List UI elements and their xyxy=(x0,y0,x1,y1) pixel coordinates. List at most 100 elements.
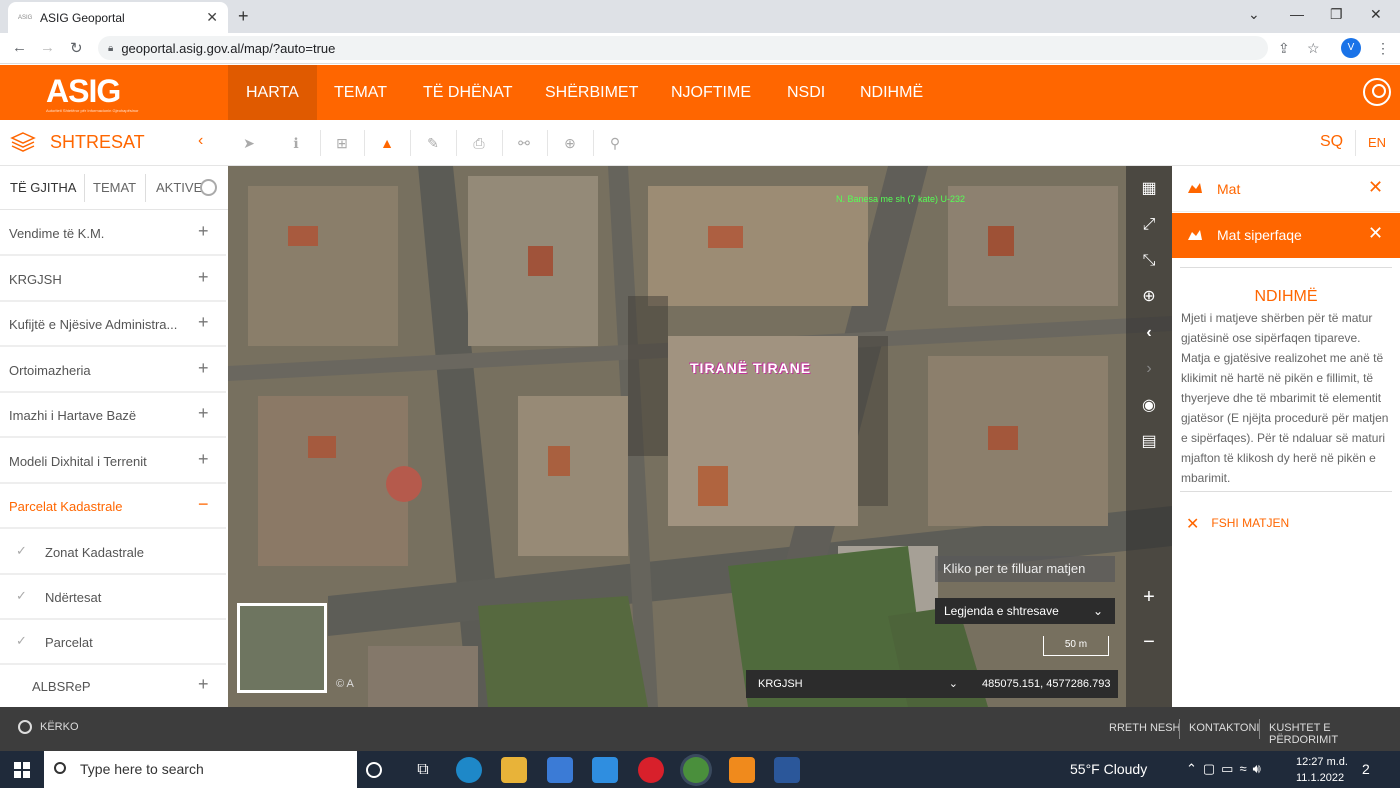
add-layer-icon[interactable]: ⊞ xyxy=(331,132,353,154)
forward-icon[interactable]: → xyxy=(40,39,55,56)
back-icon[interactable]: ← xyxy=(12,39,27,56)
new-tab-icon[interactable]: + xyxy=(238,6,249,27)
url-field[interactable]: 🔒︎ geoportal.asig.gov.al/map/?auto=true xyxy=(98,36,1268,60)
share-icon[interactable]: ⇪ xyxy=(1278,40,1290,57)
profile-avatar[interactable]: V xyxy=(1341,38,1361,58)
measure-icon[interactable]: ▲ xyxy=(376,132,398,154)
weather-widget[interactable]: 55°F Cloudy xyxy=(1070,761,1147,777)
measure-header[interactable]: Mat ✕ xyxy=(1172,166,1400,212)
collapse-panel-icon[interactable]: ‹ xyxy=(198,132,203,150)
edge-icon[interactable] xyxy=(456,757,482,783)
expand-icon[interactable]: + xyxy=(198,267,209,288)
layer-row[interactable]: Imazhi i Hartave Bazë + xyxy=(0,393,226,438)
info-icon[interactable]: ℹ xyxy=(285,132,307,154)
footer-link-about[interactable]: RRETH NESH xyxy=(1109,722,1181,734)
layer-row[interactable]: ALBSReP + xyxy=(0,664,226,709)
close-window-icon[interactable]: ✕ xyxy=(1370,6,1382,23)
expand-icon[interactable]: + xyxy=(198,403,209,424)
system-tray-icons[interactable]: ⌃▢▭≈🔊︎ xyxy=(1186,761,1267,777)
reload-icon[interactable]: ↻ xyxy=(70,39,83,57)
bookmark-star-icon[interactable]: ☆ xyxy=(1307,40,1320,57)
area-measure-header[interactable]: Mat siperfaqe ✕ xyxy=(1172,213,1400,258)
globe-icon[interactable]: ◉ xyxy=(1138,395,1160,417)
taskbar-clock[interactable]: 12:27 m.d. 11.1.2022 xyxy=(1296,754,1348,786)
app-icon[interactable] xyxy=(729,757,755,783)
previous-extent-icon[interactable]: ‹ xyxy=(1138,322,1160,344)
fullscreen-icon[interactable]: ⤢ xyxy=(1138,214,1160,236)
minimize-icon[interactable]: — xyxy=(1290,6,1304,22)
maximize-icon[interactable]: ❐ xyxy=(1330,6,1343,23)
link-icon[interactable]: ⚯ xyxy=(513,132,535,154)
check-icon[interactable]: ✓ xyxy=(16,588,27,604)
zoom-in-icon[interactable]: + xyxy=(1138,586,1160,608)
file-explorer-icon[interactable] xyxy=(501,757,527,783)
zoom-out-icon[interactable]: − xyxy=(1138,631,1160,653)
tab-te-gjitha[interactable]: TË GJITHA xyxy=(10,180,76,195)
tab-search-icon[interactable]: ⌄ xyxy=(1248,6,1260,23)
close-icon[interactable]: ✕ xyxy=(1368,223,1383,244)
nav-ndihme[interactable]: NDIHMË xyxy=(842,65,941,120)
add-point-icon[interactable]: ⊕ xyxy=(559,132,581,154)
asig-logo[interactable]: ASIG Autoriteti Shtetëror për Informacio… xyxy=(46,73,141,113)
layer-row[interactable]: Ortoimazheria + xyxy=(0,348,226,393)
close-icon[interactable]: ✕ xyxy=(1368,177,1383,198)
expand-icon[interactable]: + xyxy=(198,312,209,333)
select-pointer-icon[interactable]: ➤ xyxy=(238,132,260,154)
overview-minimap[interactable] xyxy=(237,603,327,693)
layer-row-expanded[interactable]: Parcelat Kadastrale − xyxy=(0,484,226,529)
map-canvas[interactable]: N. Banesa me sh (7 kate) U-232 TIRANË TI… xyxy=(228,166,1172,707)
edit-icon[interactable]: ✎ xyxy=(422,132,444,154)
windows-start-icon[interactable] xyxy=(14,762,30,778)
next-extent-icon[interactable]: › xyxy=(1138,358,1160,380)
tab-temat[interactable]: TEMAT xyxy=(93,180,136,195)
sublayer-row[interactable]: ✓ Ndërtesat xyxy=(0,575,226,620)
basemap-icon[interactable]: ▦ xyxy=(1138,178,1160,200)
task-view-icon[interactable]: ⧉ xyxy=(410,757,436,783)
chrome-icon[interactable] xyxy=(683,757,709,783)
sublayer-row[interactable]: ✓ Parcelat xyxy=(0,620,226,665)
footer-link-terms[interactable]: KUSHTET E PËRDORIMIT xyxy=(1269,722,1400,746)
footer-link-contact[interactable]: KONTAKTONI xyxy=(1189,722,1260,734)
gear-icon[interactable] xyxy=(200,179,217,196)
expand-extent-icon[interactable]: ⤡ xyxy=(1138,250,1160,272)
opera-icon[interactable] xyxy=(638,757,664,783)
collapse-icon[interactable]: − xyxy=(198,494,209,515)
mail-icon[interactable] xyxy=(592,757,618,783)
nav-harta[interactable]: HARTA xyxy=(228,65,317,120)
nav-njoftime[interactable]: NJOFTIME xyxy=(653,65,769,120)
word-icon[interactable] xyxy=(774,757,800,783)
layer-row[interactable]: Kufijtë e Njësive Administra... + xyxy=(0,302,226,347)
print-icon[interactable]: ⎙ xyxy=(468,132,490,154)
search-map-icon[interactable]: ⚲ xyxy=(604,132,626,154)
layer-row[interactable]: Modeli Dixhital i Terrenit + xyxy=(0,439,226,484)
expand-icon[interactable]: + xyxy=(198,358,209,379)
nav-temat[interactable]: TEMAT xyxy=(316,65,405,120)
nav-sherbimet[interactable]: SHËRBIMET xyxy=(527,65,656,120)
crs-select[interactable]: KRGJSH ⌄ xyxy=(746,670,968,698)
expand-icon[interactable]: + xyxy=(198,221,209,242)
language-sq-button[interactable]: SQ xyxy=(1320,133,1343,151)
browser-menu-icon[interactable]: ⋮ xyxy=(1376,40,1390,57)
expand-icon[interactable]: + xyxy=(198,674,209,695)
user-account-icon[interactable] xyxy=(1363,78,1391,106)
taskbar-search[interactable]: Type here to search xyxy=(44,751,357,788)
close-tab-icon[interactable]: ✕ xyxy=(206,9,218,26)
notifications-icon[interactable]: 2 xyxy=(1362,761,1370,777)
layer-row[interactable]: KRGJSH + xyxy=(0,257,226,302)
layer-row[interactable]: Vendime të K.M. + xyxy=(0,211,226,256)
language-en-button[interactable]: EN xyxy=(1368,135,1386,150)
legend-dropdown[interactable]: Legjenda e shtresave ⌄ xyxy=(935,598,1115,624)
nav-te-dhenat[interactable]: TË DHËNAT xyxy=(405,65,530,120)
grid-icon[interactable]: ▤ xyxy=(1138,431,1160,453)
nav-nsdi[interactable]: NSDI xyxy=(769,65,843,120)
expand-icon[interactable]: + xyxy=(198,449,209,470)
browser-tab[interactable]: ASIG ASIG Geoportal ✕ xyxy=(8,2,228,33)
cortana-icon[interactable] xyxy=(366,762,382,778)
zoom-search-icon[interactable]: ⊕ xyxy=(1138,286,1160,308)
footer-search[interactable]: KËRKO xyxy=(18,720,79,734)
tab-aktive[interactable]: AKTIVE xyxy=(156,180,202,195)
sublayer-row[interactable]: ✓ Zonat Kadastrale xyxy=(0,530,226,575)
clear-measure-button[interactable]: ✕ FSHI MATJEN xyxy=(1186,514,1289,534)
check-icon[interactable]: ✓ xyxy=(16,633,27,649)
check-icon[interactable]: ✓ xyxy=(16,543,27,559)
